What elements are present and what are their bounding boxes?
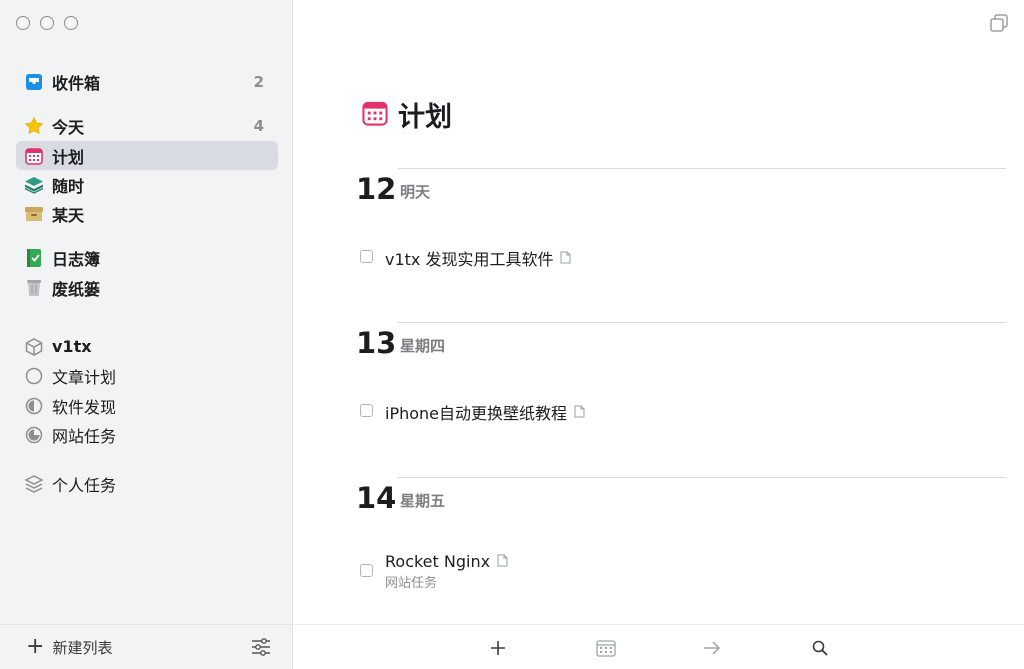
sidebar-item-area-personal[interactable]: 个人任务 bbox=[16, 469, 278, 498]
sidebar-item-label: 废纸篓 bbox=[52, 279, 101, 299]
star-icon bbox=[24, 116, 44, 136]
half-pie-icon bbox=[24, 396, 44, 416]
note-icon bbox=[574, 403, 585, 422]
sidebar-item-label: 文章计划 bbox=[52, 367, 117, 387]
task-title: iPhone自动更换壁纸教程 bbox=[385, 404, 568, 423]
sidebar-item-label: 今天 bbox=[52, 117, 85, 137]
day-number: 12 bbox=[356, 172, 397, 206]
sidebar-footer: + 新建列表 bbox=[0, 624, 293, 669]
sidebar-item-upcoming[interactable]: 计划 bbox=[16, 141, 278, 170]
divider bbox=[398, 168, 1006, 169]
sidebar-item-label: 网站任务 bbox=[52, 426, 117, 446]
window-controls bbox=[16, 16, 78, 30]
sidebar-item-inbox[interactable]: 收件箱 2 bbox=[16, 67, 278, 96]
divider bbox=[398, 477, 1006, 478]
plus-icon[interactable] bbox=[486, 637, 510, 659]
sidebar-item-label: 日志簿 bbox=[52, 249, 101, 269]
note-icon bbox=[497, 552, 508, 571]
sidebar-item-logbook[interactable]: 日志簿 bbox=[16, 243, 278, 272]
sidebar-item-label: 个人任务 bbox=[52, 475, 117, 495]
sidebar: 收件箱 2 今天 4 计划 随时 某天 日志簿 废纸篓 v1tx 文章计划 软件… bbox=[0, 0, 293, 669]
sidebar-item-today[interactable]: 今天 4 bbox=[16, 111, 278, 140]
task-title: v1tx 发现实用工具软件 bbox=[385, 250, 554, 269]
layers-icon bbox=[24, 175, 44, 195]
duplicate-icon[interactable] bbox=[990, 14, 1008, 36]
task-item[interactable]: v1tx 发现实用工具软件 bbox=[360, 246, 571, 270]
sliders-icon[interactable] bbox=[251, 638, 271, 660]
inbox-icon bbox=[24, 72, 44, 92]
day-header: 12 明天 bbox=[356, 168, 1006, 204]
sidebar-item-project-software[interactable]: 软件发现 bbox=[16, 391, 278, 420]
circle-icon bbox=[24, 366, 44, 386]
count-badge: 2 bbox=[253, 72, 264, 91]
new-list-button[interactable]: + 新建列表 bbox=[26, 636, 112, 658]
day-header: 13 星期四 bbox=[356, 322, 1006, 358]
archive-box-icon bbox=[24, 204, 44, 224]
sidebar-item-label: 随时 bbox=[52, 176, 85, 196]
day-number: 13 bbox=[356, 326, 397, 360]
app-window: 收件箱 2 今天 4 计划 随时 某天 日志簿 废纸篓 v1tx 文章计划 软件… bbox=[0, 0, 1024, 669]
plus-icon: + bbox=[26, 634, 45, 659]
sidebar-item-label: 收件箱 bbox=[52, 73, 101, 93]
sidebar-item-project-articles[interactable]: 文章计划 bbox=[16, 361, 278, 390]
sidebar-item-label: v1tx bbox=[52, 337, 92, 356]
count-badge: 4 bbox=[253, 116, 264, 135]
pie-icon bbox=[24, 425, 44, 445]
sidebar-item-label: 某天 bbox=[52, 205, 85, 225]
zoom-window-button[interactable] bbox=[64, 16, 78, 30]
task-checkbox[interactable] bbox=[360, 564, 373, 577]
minimize-window-button[interactable] bbox=[40, 16, 54, 30]
stack-icon bbox=[24, 474, 44, 494]
sidebar-item-label: 软件发现 bbox=[52, 397, 117, 417]
day-name: 明天 bbox=[400, 183, 431, 201]
task-item[interactable]: Rocket Nginx 网站任务 bbox=[360, 552, 508, 591]
search-icon[interactable] bbox=[808, 637, 832, 659]
day-header: 14 星期五 bbox=[356, 477, 1006, 513]
cube-icon bbox=[24, 337, 44, 357]
new-list-label: 新建列表 bbox=[52, 638, 113, 657]
task-checkbox[interactable] bbox=[360, 250, 373, 263]
day-number: 14 bbox=[356, 481, 397, 515]
main-content: 计划 12 明天 v1tx 发现实用工具软件 13 星期四 iPhone自动更换… bbox=[294, 0, 1024, 669]
sidebar-item-label: 计划 bbox=[52, 147, 85, 167]
page-title-text: 计划 bbox=[398, 102, 452, 133]
sidebar-item-trash[interactable]: 废纸篓 bbox=[16, 273, 278, 302]
logbook-icon bbox=[24, 248, 44, 268]
sidebar-item-project-website[interactable]: 网站任务 bbox=[16, 420, 278, 449]
sidebar-item-area-v1tx[interactable]: v1tx bbox=[16, 332, 278, 361]
day-name: 星期四 bbox=[400, 337, 446, 355]
calendar-icon[interactable] bbox=[594, 637, 618, 659]
trash-icon bbox=[24, 278, 44, 298]
day-name: 星期五 bbox=[400, 492, 446, 510]
bottom-toolbar bbox=[294, 624, 1024, 669]
calendar-icon bbox=[24, 146, 44, 166]
arrow-right-icon[interactable] bbox=[700, 637, 724, 659]
task-title: Rocket Nginx bbox=[385, 552, 491, 571]
sidebar-item-someday[interactable]: 某天 bbox=[16, 199, 278, 228]
task-item[interactable]: iPhone自动更换壁纸教程 bbox=[360, 400, 585, 424]
task-checkbox[interactable] bbox=[360, 404, 373, 417]
close-window-button[interactable] bbox=[16, 16, 30, 30]
page-title: 计划 bbox=[362, 95, 452, 134]
note-icon bbox=[560, 249, 571, 268]
divider bbox=[398, 322, 1006, 323]
calendar-icon bbox=[362, 100, 388, 130]
sidebar-item-anytime[interactable]: 随时 bbox=[16, 170, 278, 199]
task-project: 网站任务 bbox=[385, 576, 438, 591]
